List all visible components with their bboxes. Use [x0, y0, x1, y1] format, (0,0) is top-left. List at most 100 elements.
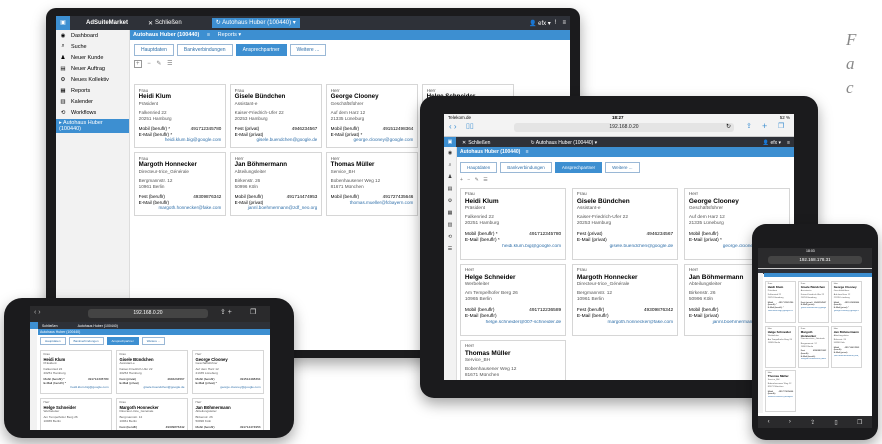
url-field[interactable]: 192.168.0.20: [88, 309, 208, 318]
contact-phone[interactable]: 491714474953: [287, 194, 318, 200]
notification-icon[interactable]: !: [555, 20, 557, 26]
contact-email[interactable]: george.clooney@google.com: [195, 386, 260, 390]
list-icon[interactable]: ☰: [444, 243, 456, 255]
contact-phone[interactable]: 491712236589: [529, 308, 561, 314]
list-icon[interactable]: ☰: [483, 177, 487, 183]
minus-icon[interactable]: −: [147, 61, 151, 67]
close-button[interactable]: Schließen: [42, 324, 58, 328]
menu-icon[interactable]: ≡: [562, 20, 566, 26]
contact-card[interactable]: Herr George Clooney Geschäftsführer Auf dem…: [192, 350, 264, 394]
tab-hauptdaten[interactable]: Hauptdaten: [40, 337, 66, 345]
tab-ansprechpartner[interactable]: Ansprechpartner: [554, 162, 603, 173]
contact-phone[interactable]: 491727435646: [383, 194, 414, 200]
tab-hauptdaten[interactable]: Hauptdaten: [134, 44, 174, 56]
sidebar-item-active[interactable]: ▸ Autohaus Huber (100440): [56, 119, 129, 133]
contact-email[interactable]: margoth.honnecker@fake.com: [801, 358, 827, 361]
contact-phone[interactable]: 4946234567: [167, 378, 184, 382]
contact-email[interactable]: heidi.klum.big@google.com: [139, 137, 222, 143]
sidebar-item-workflows[interactable]: ⟲ Workflows: [56, 107, 129, 118]
tab-bankverbindungen[interactable]: Bankverbindungen: [500, 162, 552, 173]
url-field[interactable]: 192.168.178.31: [768, 256, 862, 264]
contact-card[interactable]: Frau Margoth Honnecker Directeur-trice_Gén…: [572, 264, 678, 336]
menu-icon[interactable]: ≡: [207, 32, 210, 38]
edit-icon[interactable]: ✎: [475, 177, 479, 183]
contact-email[interactable]: jannl.boehmermann@zdf_neo.org: [834, 355, 860, 358]
contact-phone[interactable]: 491712345780: [88, 378, 109, 382]
app-icon[interactable]: [30, 322, 38, 329]
contact-email[interactable]: george.clooney@google.com: [834, 310, 860, 313]
back-icon[interactable]: ‹ ›: [34, 309, 41, 316]
tab-weitere[interactable]: Weitere ...: [605, 162, 640, 173]
contact-card[interactable]: Herr Thomas Müller Service_BH Bobenhausener…: [460, 340, 566, 380]
close-button[interactable]: Schließen: [468, 140, 490, 146]
new-tab-icon[interactable]: +: [762, 121, 767, 131]
calendar-icon[interactable]: ▥: [444, 219, 456, 231]
contact-email[interactable]: margoth.honnecker@fake.com: [139, 205, 221, 211]
dashboard-icon[interactable]: ◉: [444, 147, 456, 159]
contact-email[interactable]: gisele.buendchen@google.de: [119, 386, 185, 390]
contact-card[interactable]: Frau Heidi Klum Präsident Falkenried 22 2025…: [765, 281, 796, 323]
contact-card[interactable]: Herr Jan Böhmermann Abteilungsleiter Birken…: [192, 398, 264, 430]
workflows-icon[interactable]: ⟲: [444, 231, 456, 243]
search-icon[interactable]: ⌕: [444, 159, 456, 171]
tabs-icon[interactable]: ❐: [778, 122, 784, 130]
contact-phone[interactable]: 491512498364: [383, 126, 414, 132]
reports-icon[interactable]: ▦: [444, 207, 456, 219]
document-icon[interactable]: ▤: [444, 183, 456, 195]
contact-card[interactable]: Frau Heidi Klum Präsident Falkenried 22 2025…: [134, 84, 226, 148]
tabs-icon[interactable]: ❐: [857, 419, 862, 426]
entity-tab[interactable]: ↻ Autohaus Huber (100440) ▾: [211, 18, 300, 28]
contact-phone[interactable]: 491712345780: [529, 232, 561, 238]
contact-card[interactable]: Frau Gisele Bündchen Assistant-e Kaiser-Fri…: [572, 188, 678, 260]
user-menu[interactable]: 👤 efx ▾: [763, 140, 781, 146]
tab-bankverbindungen[interactable]: Bankverbindungen: [68, 337, 104, 345]
user-menu[interactable]: 👤 efx ▾: [529, 20, 551, 27]
contact-email[interactable]: helge.schneider@007-schneider.de: [465, 320, 562, 326]
contact-email[interactable]: heidi.klum.big@google.com: [465, 244, 561, 250]
contact-email[interactable]: heidi.klum.big@google.com: [768, 310, 794, 313]
contact-phone[interactable]: 49309876342: [193, 194, 221, 200]
contact-email[interactable]: thomas.mueller@fcbayern.com: [331, 200, 414, 206]
contact-card[interactable]: Frau Margoth Honnecker Directeur-trice_Gén…: [116, 398, 188, 430]
tabs-icon[interactable]: ❐: [250, 308, 256, 316]
contact-phone[interactable]: 491712345780: [191, 126, 222, 132]
edit-icon[interactable]: ✎: [156, 61, 161, 67]
minus-icon[interactable]: −: [467, 177, 470, 183]
back-icon[interactable]: ‹: [768, 419, 770, 425]
sidebar-item-neuer-auftrag[interactable]: ▤ Neuer Auftrag: [56, 63, 129, 74]
sidebar-item-suche[interactable]: ⌕ Suche: [56, 41, 129, 52]
contact-phone[interactable]: 49309876342: [813, 350, 826, 356]
tab-ansprechpartner[interactable]: Ansprechpartner: [235, 44, 287, 56]
share-icon[interactable]: ⇪: [746, 122, 752, 130]
contact-phone[interactable]: 491512498364: [240, 378, 261, 382]
contact-phone[interactable]: 491714474953: [240, 426, 261, 430]
back-icon[interactable]: ‹ ›: [449, 122, 457, 131]
contact-card[interactable]: Frau Heidi Klum Präsident Falkenried 22 2025…: [460, 188, 566, 260]
contact-phone[interactable]: 4946234567: [646, 232, 673, 238]
tab-weitere[interactable]: Weitere ...: [289, 44, 327, 56]
reload-icon[interactable]: ↻: [726, 123, 731, 130]
sidebar-item-dashboard[interactable]: ◉ Dashboard: [56, 30, 129, 41]
url-field[interactable]: 192.168.0.20: [514, 123, 734, 132]
sidebar-item-neues-kollektiv[interactable]: ⚙ Neues Kollektiv: [56, 74, 129, 85]
contact-card[interactable]: Frau Margoth Honnecker Directeur-trice_Gén…: [798, 326, 829, 368]
entity-tab[interactable]: ↻ Autohaus Huber (100440) ▾: [530, 140, 597, 146]
collective-icon[interactable]: ⚙: [444, 195, 456, 207]
contact-phone[interactable]: 4946234567: [814, 302, 826, 305]
contact-email[interactable]: margoth.honnecker@fake.com: [577, 320, 674, 326]
contact-card[interactable]: Herr Jan Böhmermann Abteilungsleiter Birken…: [230, 152, 322, 216]
close-icon[interactable]: ✕: [148, 20, 153, 27]
contact-card[interactable]: HerrHelge SchneiderWerbeleiterAm Tempelh…: [765, 326, 796, 368]
contact-card[interactable]: Herr George Clooney Geschäftsführer Auf dem…: [326, 84, 418, 148]
share-icon[interactable]: ⇪: [810, 419, 815, 426]
contact-card[interactable]: Frau Heidi Klum Präsident Falkenried 22 2025…: [40, 350, 112, 394]
contact-email[interactable]: gisele.buendchen@google.de: [235, 137, 317, 143]
bookmarks-icon[interactable]: ▯: [834, 419, 837, 426]
sidebar-item-kalender[interactable]: ▥ Kalender: [56, 96, 129, 107]
share-icon[interactable]: ⇪ +: [220, 308, 232, 316]
add-icon[interactable]: +: [460, 177, 463, 183]
list-icon[interactable]: ☰: [167, 61, 172, 67]
contact-email[interactable]: george.clooney@google.com: [331, 137, 414, 143]
menu-icon[interactable]: ≡: [526, 149, 529, 155]
tab-ansprechpartner[interactable]: Ansprechpartner: [106, 337, 139, 345]
